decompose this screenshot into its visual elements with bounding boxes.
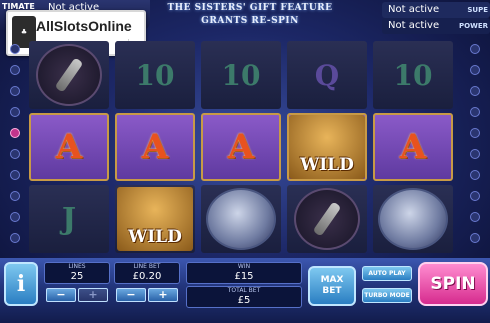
sister-portrait-icon bbox=[378, 188, 448, 250]
line-bet-display: LINE BET £0.20 bbox=[114, 262, 180, 284]
reel-cell: A bbox=[201, 113, 281, 181]
payline-marker bbox=[470, 149, 480, 159]
lines-plus-button[interactable]: + bbox=[78, 288, 108, 302]
wild-label: WILD bbox=[128, 227, 182, 247]
line-bet-value: £0.20 bbox=[132, 271, 162, 282]
logo-name: AllSlotsOnline bbox=[36, 18, 132, 34]
symbol-a: A bbox=[227, 127, 255, 167]
max-bet-line-2: BET bbox=[322, 286, 342, 296]
reel-cell: J bbox=[29, 185, 109, 253]
reel-cell bbox=[373, 185, 453, 253]
wild-label: WILD bbox=[300, 155, 354, 175]
payline-marker bbox=[10, 128, 20, 138]
reel-cell bbox=[29, 41, 109, 109]
payline-marker bbox=[470, 65, 480, 75]
brush-symbol-icon bbox=[294, 188, 360, 250]
side-label-1: SUPE bbox=[467, 6, 488, 14]
payline-marker bbox=[470, 170, 480, 180]
total-bet-value: £5 bbox=[237, 295, 251, 306]
payline-marker bbox=[470, 212, 480, 222]
sister-portrait-icon bbox=[206, 188, 276, 250]
payline-marker bbox=[470, 233, 480, 243]
banner-line-1: THE SISTERS' GIFT FEATURE bbox=[167, 3, 333, 13]
paylines-rail-left bbox=[10, 44, 20, 264]
wild-symbol-icon: WILD bbox=[289, 115, 365, 179]
spin-button[interactable]: SPIN bbox=[418, 262, 488, 306]
max-bet-button[interactable]: MAX BET bbox=[308, 266, 356, 306]
win-label: WIN bbox=[237, 263, 251, 270]
auto-play-button[interactable]: AUTO PLAY bbox=[362, 266, 412, 281]
payline-marker bbox=[10, 107, 20, 117]
payline-marker bbox=[470, 128, 480, 138]
payline-marker bbox=[10, 233, 20, 243]
payline-marker bbox=[10, 44, 20, 54]
lines-value: 25 bbox=[70, 271, 84, 282]
line-bet-plus-button[interactable]: + bbox=[148, 288, 178, 302]
symbol-a: A bbox=[55, 127, 83, 167]
total-bet-display: TOTAL BET £5 bbox=[186, 286, 302, 308]
status-text-1: Not active bbox=[388, 4, 440, 15]
symbol-a: A bbox=[399, 127, 427, 167]
paylines-rail-right bbox=[470, 44, 480, 264]
info-button[interactable]: i bbox=[4, 262, 38, 306]
win-value: £15 bbox=[234, 271, 254, 282]
symbol-10: 10 bbox=[135, 58, 175, 92]
line-bet-label: LINE BET bbox=[133, 263, 161, 270]
lines-minus-button[interactable]: − bbox=[46, 288, 76, 302]
super-power-indicator: Not active SUPE Not active POWER bbox=[364, 0, 490, 34]
reel-cell: Q bbox=[287, 41, 367, 109]
symbol-j: J bbox=[61, 201, 77, 237]
payline-marker bbox=[10, 65, 20, 75]
payline-marker bbox=[470, 86, 480, 96]
payline-marker bbox=[470, 191, 480, 201]
wild-symbol-icon: WILD bbox=[117, 187, 193, 251]
max-bet-line-1: MAX bbox=[320, 275, 344, 285]
reel-cell: A bbox=[115, 113, 195, 181]
reel-cell: 10 bbox=[201, 41, 281, 109]
line-bet-minus-button[interactable]: − bbox=[116, 288, 146, 302]
payline-marker bbox=[470, 107, 480, 117]
reel-cell: 10 bbox=[373, 41, 453, 109]
reel-cell: WILD bbox=[115, 185, 195, 253]
reel-cell bbox=[201, 185, 281, 253]
reel-cell: WILD bbox=[287, 113, 367, 181]
payline-marker bbox=[10, 191, 20, 201]
brush-icon bbox=[54, 57, 84, 93]
payline-marker bbox=[10, 170, 20, 180]
super-power-status-1: Not active SUPE bbox=[382, 2, 490, 18]
feature-banner: THE SISTERS' GIFT FEATURE GRANTS RE-SPIN bbox=[160, 2, 340, 38]
turbo-mode-button[interactable]: TURBO MODE bbox=[362, 288, 412, 303]
reel-cell bbox=[287, 185, 367, 253]
symbol-a: A bbox=[141, 127, 169, 167]
symbol-10: 10 bbox=[393, 58, 433, 92]
reel-grid: A J 10 A WILD 10 A Q WILD 10 A bbox=[27, 37, 461, 257]
reel-cell: 10 bbox=[115, 41, 195, 109]
banner-line-2: GRANTS RE-SPIN bbox=[201, 16, 299, 26]
symbol-q: Q bbox=[314, 58, 340, 92]
payline-marker bbox=[470, 44, 480, 54]
symbol-10: 10 bbox=[221, 58, 261, 92]
payline-marker bbox=[10, 86, 20, 96]
reel-cell: A bbox=[29, 113, 109, 181]
status-text-2: Not active bbox=[388, 20, 440, 31]
brush-symbol-icon bbox=[36, 44, 102, 106]
payline-marker bbox=[10, 212, 20, 222]
lines-display: LINES 25 bbox=[44, 262, 110, 284]
total-bet-label: TOTAL BET bbox=[227, 287, 261, 294]
brush-icon bbox=[312, 201, 342, 237]
super-power-status-2: Not active POWER bbox=[382, 18, 490, 34]
lines-label: LINES bbox=[68, 263, 86, 270]
reel-cell: A bbox=[373, 113, 453, 181]
win-display: WIN £15 bbox=[186, 262, 302, 284]
side-label-2: POWER bbox=[459, 22, 488, 30]
payline-marker bbox=[10, 149, 20, 159]
